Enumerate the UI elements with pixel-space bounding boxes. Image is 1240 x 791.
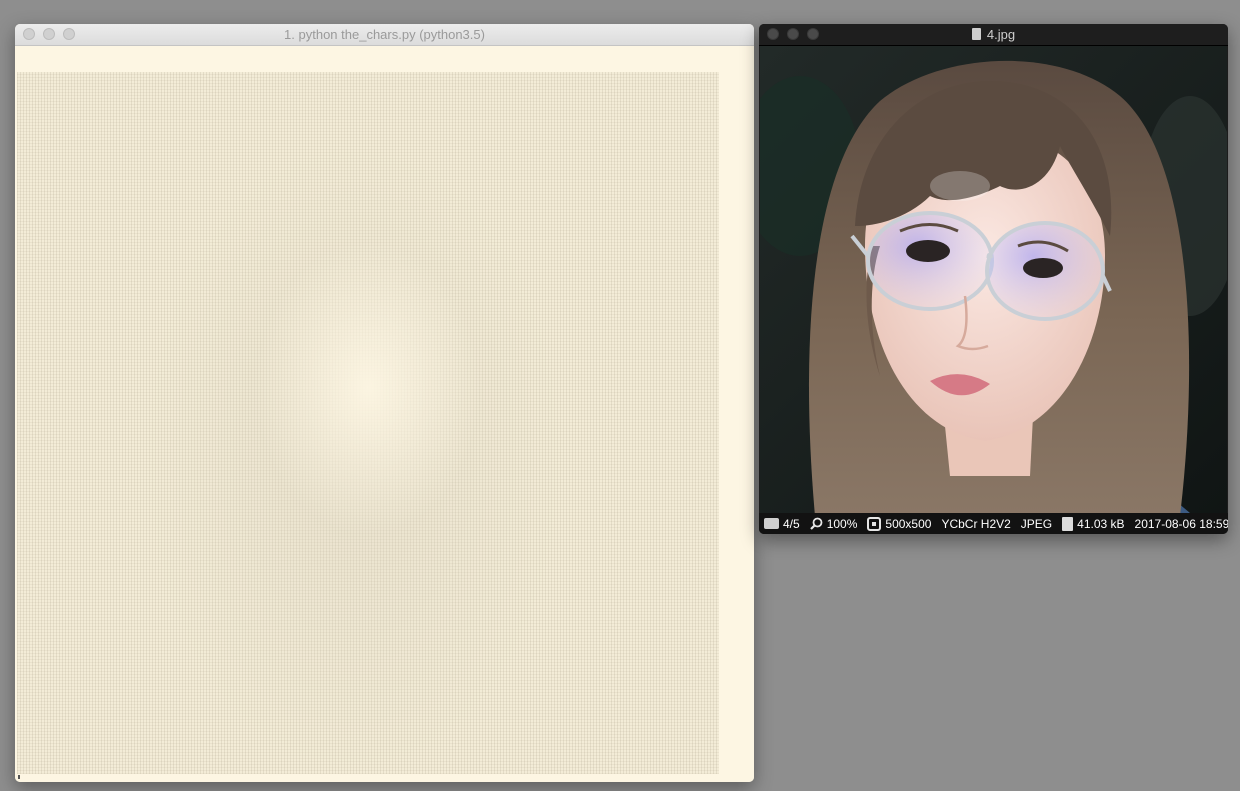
portrait-photo <box>760 46 1227 513</box>
viewer-title-area: 4.jpg <box>759 27 1228 42</box>
status-format: JPEG <box>1020 516 1053 531</box>
photo-display[interactable] <box>760 46 1227 513</box>
viewer-titlebar[interactable]: 4.jpg <box>759 24 1228 46</box>
status-datetime: 2017-08-06 18:59 <box>1134 516 1228 531</box>
status-dimensions-text: 500x500 <box>885 516 932 531</box>
ascii-art-output <box>17 72 719 774</box>
magnifier-icon <box>809 517 823 530</box>
image-viewer-window[interactable]: 4.jpg 4/5 100% 500x500 YCbCr H2V2 JPEG 4… <box>759 24 1228 534</box>
status-colorspace: YCbCr H2V2 <box>941 516 1011 531</box>
terminal-titlebar[interactable]: 1. python the_chars.py (python3.5) <box>15 24 754 46</box>
terminal-cursor <box>18 775 20 779</box>
terminal-title: 1. python the_chars.py (python3.5) <box>284 27 485 42</box>
status-dimensions: 500x500 <box>867 516 932 531</box>
file-icon <box>1062 516 1074 531</box>
terminal-window[interactable]: 1. python the_chars.py (python3.5) <box>15 24 754 782</box>
status-index: 4/5 <box>764 517 800 531</box>
viewer-title: 4.jpg <box>986 27 1016 42</box>
folder-icon <box>764 518 779 529</box>
status-filesize-text: 41.03 kB <box>1077 516 1125 531</box>
status-zoom: 100% <box>809 516 858 531</box>
terminal-content[interactable] <box>15 46 754 782</box>
viewer-statusbar: 4/5 100% 500x500 YCbCr H2V2 JPEG 41.03 k… <box>759 513 1228 534</box>
status-filesize: 41.03 kB <box>1062 516 1125 531</box>
status-index-text: 4/5 <box>783 516 800 531</box>
fit-to-window-icon <box>867 516 882 531</box>
file-icon <box>971 28 981 40</box>
status-zoom-text: 100% <box>826 516 858 531</box>
